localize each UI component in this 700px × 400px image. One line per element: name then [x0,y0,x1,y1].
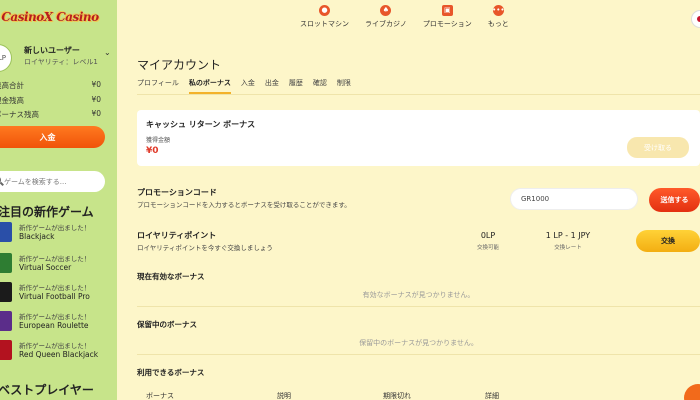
balance-bonus: ボーナス残高 ¥0 [0,109,103,121]
tab-deposit[interactable]: 入金 [241,78,255,94]
nav-more[interactable]: ••• もっと [488,5,509,35]
game-thumbnail [0,222,12,242]
nav-label: スロットマシン [300,20,349,28]
chevron-down-icon[interactable]: ⌄ [104,48,111,57]
game-item[interactable]: 新作ゲームが出ました！ European Roulette [0,309,117,333]
tab-verification[interactable]: 確認 [313,78,327,94]
tab-my-bonus[interactable]: 私のボーナス [188,78,231,94]
user-name: 新しいユーザー [24,46,80,55]
game-item[interactable]: 新作ゲームが出ました！ Virtual Football Pro [0,280,117,304]
game-item[interactable]: 新作ゲームが出ました！ Red Queen Blackjack [0,338,117,362]
exchange-button[interactable]: 交換 [636,230,700,252]
available-bonuses-title: 利用できるボーナス [137,368,205,377]
balance-label: ボーナス残高 [0,110,39,119]
column-header: ボーナス [146,392,174,400]
game-item[interactable]: 新作ゲームが出ました！ Blackjack [0,220,117,244]
loyalty-rate: 1 LP - 1 JPY [545,231,591,240]
gift-icon: ▣ [441,5,453,16]
column-header: 説明 [277,392,291,400]
divider [137,306,700,307]
game-item[interactable]: 新作ゲームが出ました！ Virtual Soccer [0,251,117,275]
cashback-sub-label: 獲得金額 [146,137,171,144]
game-thumbnail [0,311,12,331]
game-thumbnail [0,340,12,360]
loyalty-desc: ロイヤリティポイントを今すぐ交換しましょう [137,244,273,252]
top-navigation: ● スロットマシン ♠ ライブカジノ ▣ プロモーション ••• もっと [300,5,525,35]
sidebar: CasinoX Casino LP 新しいユーザー ロイヤリティ：レベル1 ⌄ … [0,0,117,400]
divider [137,354,700,355]
casino-logo[interactable]: CasinoX Casino [0,2,106,32]
game-name: European Roulette [19,321,89,330]
balance-value: ¥0 [91,80,101,89]
dealer-icon: ♠ [380,5,392,16]
promo-code-desc: プロモーションコードを入力するとボーナスを受け取ることができます。 [137,201,351,209]
avatar: LP [0,44,12,72]
balance-label: 残高合計 [0,81,24,90]
account-tabs: プロフィール 私のボーナス 入金 出金 履歴 確認 制限 [137,78,361,94]
balance-label: 現金残高 [0,96,24,105]
game-new-badge: 新作ゲームが出ました！ [19,255,91,263]
game-new-badge: 新作ゲームが出ました！ [19,284,91,292]
new-games-title: 注目の新作ゲーム [0,205,94,219]
nav-slots[interactable]: ● スロットマシン [300,5,349,35]
page-title: マイアカウント [137,58,222,72]
loyalty-title: ロイヤリティポイント [137,231,217,240]
more-icon: ••• [492,5,505,16]
nav-label: もっと [487,20,509,28]
game-new-badge: 新作ゲームが出ました！ [19,313,91,321]
promo-code-title: プロモーションコード [137,188,217,197]
divider [137,94,700,95]
user-profile[interactable]: LP 新しいユーザー ロイヤリティ：レベル1 ⌄ [0,40,117,72]
column-header: 詳細 [485,392,499,400]
tab-profile[interactable]: プロフィール [137,78,179,94]
cherry-icon: ● [319,5,330,16]
loyalty-rate-label: 交換レート [554,245,582,251]
logo-text: CasinoX Casino [1,10,99,24]
game-thumbnail [0,282,12,302]
nav-live-casino[interactable]: ♠ ライブカジノ [365,5,407,35]
deposit-button[interactable]: 入金 [0,126,105,148]
game-new-badge: 新作ゲームが出ました！ [19,342,91,350]
game-search-input[interactable]: ゲームを検索する... [0,171,105,192]
game-new-badge: 新作ゲームが出ました！ [19,224,91,232]
tab-limits[interactable]: 制限 [337,78,351,94]
user-level: ロイヤリティ：レベル1 [24,58,98,66]
cashback-title: キャッシュ リターン ボーナス [146,120,256,129]
promo-code-input[interactable] [510,188,638,210]
game-name: Red Queen Blackjack [19,350,99,359]
balance-value: ¥0 [91,95,101,104]
nav-promotions[interactable]: ▣ プロモーション [423,5,472,35]
nav-label: プロモーション [422,20,472,28]
balance-cash: 現金残高 ¥0 [0,95,103,107]
balance-value: ¥0 [91,109,101,118]
search-placeholder: ゲームを検索する... [4,177,67,186]
tab-history[interactable]: 履歴 [289,78,303,94]
balance-total: 残高合計 ¥0 [0,80,103,92]
best-players-title: ベストプレイヤー [0,383,94,397]
game-name: Blackjack [19,232,55,241]
column-header: 期限切れ [383,392,411,400]
cashback-amount: ¥0 [146,146,159,156]
game-name: Virtual Soccer [19,263,72,272]
active-bonuses-empty: 有効なボーナスが見つかりません。 [362,291,475,299]
game-name: Virtual Football Pro [19,292,90,301]
active-bonuses-title: 現在有効なボーナス [137,272,205,281]
search-icon [0,176,1,184]
pending-bonuses-title: 保留中のボーナス [137,320,197,329]
loyalty-points: 0LP [480,231,496,240]
receive-button[interactable]: 受け取る [627,137,689,158]
send-button[interactable]: 送信する [649,188,700,212]
pending-bonuses-empty: 保留中のボーナスが見つかりません。 [359,339,478,347]
game-thumbnail [0,253,12,273]
cashback-card: キャッシュ リターン ボーナス 獲得金額 ¥0 受け取る [137,110,700,166]
nav-label: ライブカジノ [365,20,407,28]
chat-button[interactable] [684,384,700,400]
loyalty-points-label: 交換可能 [476,245,499,251]
tab-withdraw[interactable]: 出金 [265,78,279,94]
language-flag-icon[interactable] [691,10,700,28]
